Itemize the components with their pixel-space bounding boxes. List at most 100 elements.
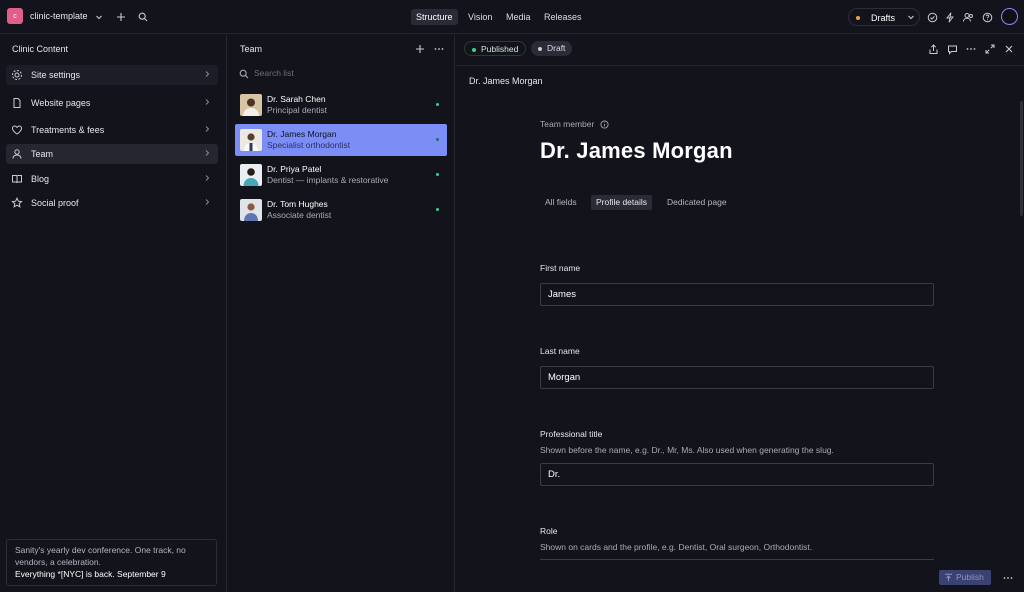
sidebar-item-label: Website pages <box>31 98 91 108</box>
chevron-right-icon <box>203 149 211 157</box>
sidebar-item-label: Treatments & fees <box>31 125 105 135</box>
chevron-right-icon <box>203 70 211 78</box>
perspective-label: Drafts <box>871 12 896 23</box>
list-item[interactable]: Dr. Sarah Chen Principal dentist <box>235 89 447 121</box>
draft-dot <box>538 46 542 51</box>
professional-title-field[interactable] <box>540 463 934 486</box>
role-description: Shown on cards and the profile, e.g. Den… <box>540 542 813 552</box>
first-name-field[interactable] <box>540 283 934 306</box>
header-divider <box>456 65 1024 66</box>
more-horizontal-icon[interactable] <box>1001 571 1015 585</box>
star-icon <box>11 197 23 209</box>
tab-media[interactable]: Media <box>501 9 536 25</box>
banner-text: Sanity's yearly dev conference. One trac… <box>15 545 186 567</box>
status-draft[interactable]: Draft <box>531 41 573 56</box>
professional-title-label: Professional title <box>540 429 603 439</box>
search-icon[interactable] <box>136 10 150 24</box>
first-name-label: First name <box>540 263 581 273</box>
chevron-right-icon <box>203 174 211 182</box>
project-logo[interactable]: c <box>7 8 23 24</box>
conference-banner[interactable]: Sanity's yearly dev conference. One trac… <box>6 539 217 586</box>
project-name[interactable]: clinic-template <box>30 11 88 21</box>
help-circle-icon[interactable] <box>980 10 994 24</box>
tab-structure[interactable]: Structure <box>411 9 458 25</box>
publish-icon <box>944 573 953 582</box>
status-published[interactable]: Published <box>464 41 527 56</box>
sidebar-item-team[interactable]: Team <box>6 144 218 164</box>
chevron-down-icon <box>907 13 915 21</box>
book-icon <box>11 173 23 185</box>
status-dot <box>436 208 439 211</box>
top-bar: c clinic-template Structure Vision Media… <box>0 0 1024 34</box>
share-icon[interactable] <box>926 42 940 56</box>
sidebar-title: Clinic Content <box>12 44 69 54</box>
list-item[interactable]: Dr. Tom Hughes Associate dentist <box>235 194 447 226</box>
status-dot <box>436 138 439 141</box>
document-icon <box>11 97 23 109</box>
heart-icon <box>11 124 23 136</box>
sidebar-item-treatments-fees[interactable]: Treatments & fees <box>6 120 218 140</box>
list-item[interactable]: Dr. James Morgan Specialist orthodontist <box>235 124 447 156</box>
plus-icon[interactable] <box>413 42 427 56</box>
item-role: Associate dentist <box>267 210 332 220</box>
avatar <box>240 199 262 221</box>
avatar <box>240 129 262 151</box>
avatar <box>240 164 262 186</box>
banner-headline: Everything *[NYC] is back. September 9 <box>15 569 166 579</box>
role-field-edge[interactable] <box>540 559 934 560</box>
tab-all-fields[interactable]: All fields <box>540 195 582 210</box>
chevron-right-icon <box>203 198 211 206</box>
item-name: Dr. Tom Hughes <box>267 199 328 209</box>
chevron-right-icon <box>203 125 211 133</box>
document-editor: Published Draft Dr. James Morgan Team me… <box>456 35 1024 592</box>
sidebar-item-label: Site settings <box>31 70 81 80</box>
sidebar-item-site-settings[interactable]: Site settings <box>6 65 218 85</box>
professional-title-description: Shown before the name, e.g. Dr., Mr, Ms.… <box>540 445 834 455</box>
tab-vision[interactable]: Vision <box>463 9 497 25</box>
page-title: Dr. James Morgan <box>540 138 733 163</box>
scrollbar[interactable] <box>1020 101 1023 216</box>
tab-profile-details[interactable]: Profile details <box>591 195 653 210</box>
tab-releases[interactable]: Releases <box>539 9 587 25</box>
content-sidebar: Clinic Content Site settings Website pag… <box>0 35 227 592</box>
comment-icon[interactable] <box>945 42 959 56</box>
tab-dedicated-page[interactable]: Dedicated page <box>662 195 732 210</box>
plus-icon[interactable] <box>114 10 128 24</box>
status-published-label: Published <box>481 44 519 54</box>
info-icon[interactable] <box>600 120 609 129</box>
document-title: Dr. James Morgan <box>469 76 543 86</box>
item-name: Dr. Sarah Chen <box>267 94 326 104</box>
sidebar-item-social-proof[interactable]: Social proof <box>6 193 218 213</box>
more-horizontal-icon[interactable] <box>964 42 978 56</box>
chevron-down-icon[interactable] <box>92 10 106 24</box>
search-box[interactable]: Search list <box>238 67 438 81</box>
sidebar-item-website-pages[interactable]: Website pages <box>6 93 218 113</box>
check-circle-icon[interactable] <box>925 10 939 24</box>
publish-button[interactable]: Publish <box>939 570 991 585</box>
list-item[interactable]: Dr. Priya Patel Dentist — implants & res… <box>235 159 447 191</box>
user-avatar[interactable] <box>1001 8 1018 25</box>
pane-title: Team <box>240 44 263 54</box>
more-horizontal-icon[interactable] <box>432 42 446 56</box>
item-role: Dentist — implants & restorative <box>267 175 389 185</box>
publish-label: Publish <box>956 572 984 582</box>
search-input[interactable]: Search list <box>254 68 294 78</box>
item-role: Principal dentist <box>267 105 328 115</box>
sidebar-item-label: Social proof <box>31 198 79 208</box>
close-icon[interactable] <box>1002 42 1016 56</box>
last-name-label: Last name <box>540 346 580 356</box>
role-label: Role <box>540 526 558 536</box>
avatar <box>240 94 262 116</box>
drafts-dot <box>856 15 860 20</box>
published-dot <box>472 47 476 52</box>
last-name-field[interactable] <box>540 366 934 389</box>
users-icon[interactable] <box>961 10 975 24</box>
expand-icon[interactable] <box>983 42 997 56</box>
perspective-select[interactable]: Drafts <box>848 8 920 26</box>
user-icon <box>11 148 23 160</box>
lightning-icon[interactable] <box>943 10 957 24</box>
sidebar-item-label: Blog <box>31 174 50 184</box>
document-type-label: Team member <box>540 119 609 129</box>
item-name: Dr. Priya Patel <box>267 164 322 174</box>
sidebar-item-blog[interactable]: Blog <box>6 169 218 189</box>
